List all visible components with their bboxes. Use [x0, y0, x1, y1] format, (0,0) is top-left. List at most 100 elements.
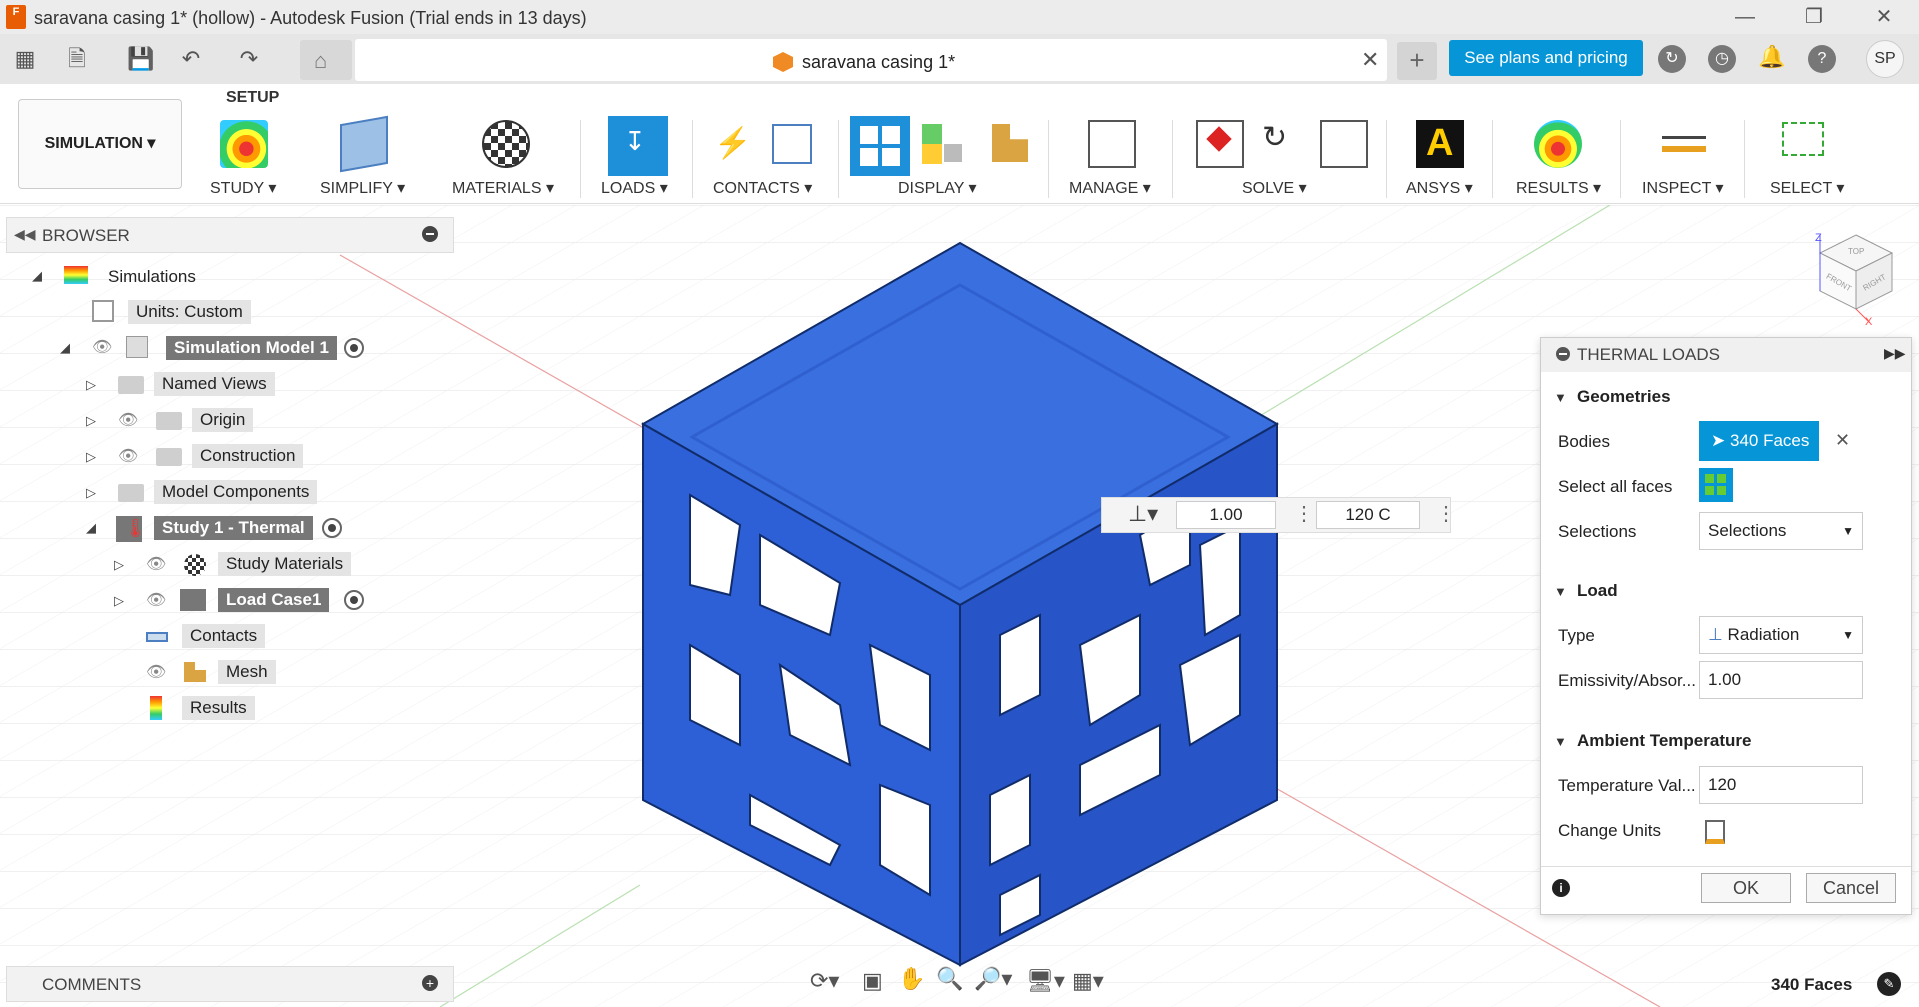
temperature-float-input[interactable]: 120 C [1316, 501, 1420, 529]
tree-simulation-model[interactable]: Simulation Model 1 [166, 336, 337, 360]
help-icon[interactable]: ? [1808, 45, 1836, 73]
study-icon[interactable] [220, 120, 268, 168]
ansys-menu[interactable]: ANSYS ▾ [1406, 178, 1473, 198]
display-settings-icon[interactable]: 🖥▾ [1026, 968, 1065, 994]
tree-study-materials[interactable]: Study Materials [218, 552, 352, 576]
display-lock-icon[interactable] [920, 120, 968, 168]
grid-menu-icon[interactable]: ▦ [10, 44, 40, 74]
contacts-icon[interactable]: ⚡ [712, 120, 760, 168]
orbit-icon[interactable]: ⟳▾ [810, 968, 839, 994]
visibility-eye-icon[interactable]: 👁 [92, 337, 112, 357]
collapse-geometries-icon[interactable]: ▼ [1554, 390, 1567, 405]
emissivity-float-input[interactable]: 1.00 [1176, 501, 1276, 529]
manage-icon[interactable] [1088, 120, 1136, 168]
load-type-dropdown[interactable]: ⊥ Radiation ▼ [1699, 616, 1863, 654]
display-menu[interactable]: DISPLAY ▾ [898, 178, 977, 198]
expand-study-icon[interactable]: ◢ [86, 520, 96, 536]
materials-icon[interactable] [482, 120, 530, 168]
activate-radio-icon[interactable] [322, 518, 342, 538]
selection-filter-icon[interactable]: ✎ [1877, 972, 1901, 996]
visibility-eye-icon[interactable]: 👁 [118, 446, 138, 466]
file-icon[interactable]: 🗎 [62, 44, 92, 74]
solve-menu[interactable]: SOLVE ▾ [1242, 178, 1307, 198]
tree-results[interactable]: Results [182, 696, 255, 720]
expand-construction-icon[interactable]: ▷ [86, 449, 96, 465]
contacts-manager-icon[interactable] [772, 124, 812, 164]
tree-units[interactable]: Units: Custom [128, 300, 251, 324]
expand-origin-icon[interactable]: ▷ [86, 413, 96, 429]
see-plans-button[interactable]: See plans and pricing [1449, 40, 1643, 76]
results-menu[interactable]: RESULTS ▾ [1516, 178, 1601, 198]
fit-icon[interactable]: 🔎▾ [974, 966, 1012, 992]
display-mesh-icon[interactable] [988, 120, 1036, 168]
tree-study-thermal[interactable]: Study 1 - Thermal [154, 516, 313, 540]
float-options-icon[interactable]: ⋮ [1436, 501, 1456, 526]
visibility-eye-icon[interactable]: 👁 [146, 590, 166, 610]
tree-mesh[interactable]: Mesh [218, 660, 276, 684]
job-status-list-icon[interactable] [1320, 120, 1368, 168]
expand-model-icon[interactable]: ◢ [60, 340, 70, 356]
expand-named-views-icon[interactable]: ▷ [86, 377, 96, 393]
measure-icon[interactable] [1662, 136, 1706, 152]
expand-study-materials-icon[interactable]: ▷ [114, 557, 124, 573]
hidden-eye-icon[interactable]: 👁 [146, 662, 166, 682]
study-menu[interactable]: STUDY ▾ [210, 178, 276, 198]
notifications-icon[interactable]: 🔔 [1758, 44, 1785, 70]
dialog-minus-icon[interactable] [1556, 347, 1570, 361]
ok-button[interactable]: OK [1701, 873, 1791, 903]
collapse-browser-icon[interactable]: ◀◀ [14, 226, 36, 243]
temperature-input[interactable]: 120 [1699, 766, 1863, 804]
collapse-load-icon[interactable]: ▼ [1554, 584, 1567, 599]
close-window-button[interactable]: ✕ [1856, 2, 1912, 32]
home-button[interactable]: ⌂ [300, 40, 352, 80]
look-at-icon[interactable]: ▣ [862, 968, 883, 994]
browser-minus-icon[interactable] [422, 226, 438, 242]
tree-load-case[interactable]: Load Case1 [218, 588, 330, 612]
materials-menu[interactable]: MATERIALS ▾ [452, 178, 554, 198]
activate-radio-icon[interactable] [344, 590, 364, 610]
select-all-faces-button[interactable] [1699, 468, 1733, 502]
extensions-icon[interactable]: ↻ [1658, 45, 1686, 73]
simplify-icon[interactable] [340, 115, 388, 173]
select-menu[interactable]: SELECT ▾ [1770, 178, 1844, 198]
new-tab-button[interactable]: + [1397, 42, 1437, 80]
expand-dialog-icon[interactable]: ▶▶ [1884, 345, 1906, 362]
expand-simulations-icon[interactable]: ◢ [32, 268, 42, 284]
minimize-button[interactable]: — [1717, 2, 1773, 32]
manage-menu[interactable]: MANAGE ▾ [1069, 178, 1151, 198]
cancel-button[interactable]: Cancel [1806, 873, 1896, 903]
info-icon[interactable]: i [1552, 879, 1570, 897]
grid-settings-icon[interactable]: ▦▾ [1072, 968, 1104, 994]
selections-dropdown[interactable]: Selections ▼ [1699, 512, 1863, 550]
collapse-ambient-icon[interactable]: ▼ [1554, 734, 1567, 749]
display-settings-icon[interactable] [850, 116, 910, 176]
inspect-menu[interactable]: INSPECT ▾ [1642, 178, 1724, 198]
simplify-menu[interactable]: SIMPLIFY ▾ [320, 178, 405, 198]
undo-icon[interactable]: ↶ [176, 44, 206, 74]
emissivity-input[interactable]: 1.00 [1699, 661, 1863, 699]
pan-icon[interactable]: ✋ [898, 966, 925, 992]
solve-icon[interactable]: ↻ [1256, 120, 1304, 168]
float-options-icon[interactable]: ⋮ [1294, 501, 1314, 526]
add-comment-icon[interactable]: + [422, 975, 438, 991]
expand-components-icon[interactable]: ▷ [86, 485, 96, 501]
select-box-icon[interactable] [1782, 122, 1824, 156]
redo-icon[interactable]: ↷ [234, 44, 264, 74]
visibility-eye-icon[interactable]: 👁 [146, 554, 166, 574]
close-tab-icon[interactable]: ✕ [1361, 47, 1379, 73]
zoom-icon[interactable]: 🔍 [936, 966, 963, 992]
tree-origin[interactable]: Origin [192, 408, 254, 432]
hidden-eye-icon[interactable]: 👁 [118, 410, 138, 430]
restore-button[interactable]: ❐ [1786, 2, 1842, 32]
bodies-selection-button[interactable]: ➤ 340 Faces [1699, 421, 1819, 461]
expand-load-case-icon[interactable]: ▷ [114, 593, 124, 609]
user-avatar[interactable]: SP [1866, 40, 1904, 78]
tree-model-components[interactable]: Model Components [154, 480, 318, 504]
workspace-dropdown[interactable]: SIMULATION ▾ [18, 99, 182, 189]
clear-selection-icon[interactable]: ✕ [1835, 430, 1850, 451]
setup-tab[interactable]: SETUP [226, 89, 279, 107]
results-icon[interactable] [1534, 120, 1582, 168]
tree-named-views[interactable]: Named Views [154, 372, 275, 396]
save-icon[interactable]: 💾 [126, 44, 156, 74]
tree-simulations[interactable]: Simulations [108, 267, 196, 287]
